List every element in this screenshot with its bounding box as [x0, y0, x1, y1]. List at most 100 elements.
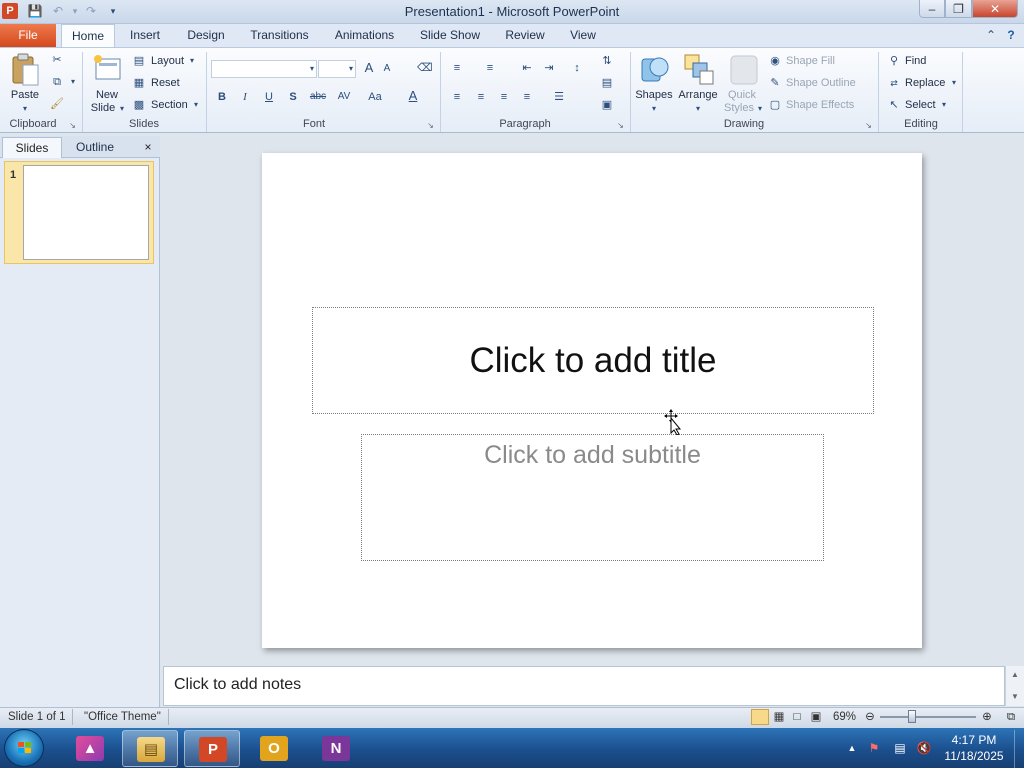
quick-styles-icon[interactable]	[728, 53, 760, 87]
tab-slide-show[interactable]: Slide Show	[413, 24, 487, 47]
align-right-icon[interactable]: ≡	[497, 90, 511, 104]
quick-styles-label-1[interactable]: Quick	[724, 89, 760, 102]
clipboard-launcher-icon[interactable]: ↘	[68, 121, 77, 130]
slide-show-view-icon[interactable]: ▣	[808, 710, 824, 724]
line-spacing-icon[interactable]: ↕	[570, 61, 584, 75]
tab-slides[interactable]: Slides	[2, 137, 62, 158]
italic-button[interactable]: I	[238, 90, 252, 104]
font-size-dropdown-icon[interactable]: ▾	[344, 62, 358, 76]
taskbar-onenote[interactable]: N	[308, 730, 364, 767]
action-center-flag-icon[interactable]: ⚑	[866, 740, 882, 756]
grow-font-icon[interactable]: A	[362, 61, 376, 75]
tab-insert[interactable]: Insert	[121, 24, 169, 47]
tab-file[interactable]: File	[0, 24, 56, 47]
replace-button[interactable]: Replace	[905, 77, 945, 90]
minimize-ribbon-icon[interactable]: ⌃	[984, 24, 998, 47]
paragraph-launcher-icon[interactable]: ↘	[616, 121, 625, 130]
character-spacing-button[interactable]: AV	[334, 90, 354, 104]
maximize-button[interactable]: ❐	[945, 0, 972, 18]
find-icon[interactable]: ⚲	[887, 54, 901, 68]
show-hidden-icons[interactable]: ▲	[844, 740, 860, 756]
shape-fill-button[interactable]: Shape Fill	[786, 55, 835, 68]
change-case-button[interactable]: Aa	[366, 90, 384, 104]
close-button[interactable]: ✕	[972, 0, 1018, 18]
tab-home[interactable]: Home	[61, 24, 115, 48]
tab-outline[interactable]: Outline	[62, 137, 128, 158]
tab-view[interactable]: View	[562, 24, 604, 47]
layout-button[interactable]: Layout	[151, 55, 184, 68]
quick-styles-dropdown-icon[interactable]: ▾	[753, 102, 767, 116]
select-dropdown-icon[interactable]: ▾	[937, 98, 951, 112]
reading-view-icon[interactable]: □	[790, 710, 804, 724]
justify-icon[interactable]: ≡	[520, 90, 534, 104]
zoom-in-icon[interactable]: ⊕	[980, 710, 994, 724]
slide-thumbnail[interactable]	[23, 165, 149, 260]
notes-scrollbar[interactable]: ▲ ▼	[1005, 666, 1024, 706]
volume-muted-icon[interactable]: 🔇	[916, 740, 932, 756]
slide-sorter-view-icon[interactable]: ▦	[772, 710, 786, 724]
text-direction-icon[interactable]: ⇅	[600, 54, 614, 68]
cut-icon[interactable]: ✂	[50, 53, 64, 67]
paste-icon[interactable]	[9, 52, 41, 88]
section-dropdown-icon[interactable]: ▾	[189, 98, 203, 112]
underline-button[interactable]: U	[262, 90, 276, 104]
decrease-indent-icon[interactable]: ⇤	[520, 61, 534, 75]
layout-dropdown-icon[interactable]: ▾	[185, 54, 199, 68]
drawing-launcher-icon[interactable]: ↘	[864, 121, 873, 130]
taskbar-outlook[interactable]: O	[246, 730, 302, 767]
layout-icon[interactable]: ▤	[132, 54, 146, 68]
fit-to-window-icon[interactable]: ⧉	[1003, 710, 1019, 724]
taskbar-generic-app[interactable]: ▲	[62, 730, 118, 767]
bullets-icon[interactable]: ≡	[450, 61, 464, 75]
shrink-font-icon[interactable]: A	[380, 62, 394, 76]
font-name-dropdown-icon[interactable]: ▾	[305, 62, 319, 76]
align-center-icon[interactable]: ≡	[474, 90, 488, 104]
shapes-button[interactable]: Shapes	[634, 89, 674, 102]
close-pane-icon[interactable]: ×	[138, 137, 158, 158]
zoom-slider-thumb[interactable]	[908, 710, 916, 723]
align-text-icon[interactable]: ▤	[600, 76, 614, 90]
font-color-button[interactable]: A	[406, 89, 420, 103]
tab-review[interactable]: Review	[498, 24, 552, 47]
shape-outline-button[interactable]: Shape Outline	[786, 77, 856, 90]
arrange-icon[interactable]	[682, 52, 716, 88]
new-slide-icon[interactable]	[92, 53, 122, 85]
shape-effects-icon[interactable]: ▢	[768, 98, 782, 112]
help-icon[interactable]: ?	[1002, 24, 1020, 47]
select-button[interactable]: Select	[905, 99, 936, 112]
columns-icon[interactable]: ☰	[552, 90, 566, 104]
shapes-icon[interactable]	[638, 52, 672, 88]
tab-animations[interactable]: Animations	[326, 24, 403, 47]
system-clock[interactable]: 4:17 PM 11/18/2025	[936, 732, 1012, 764]
title-placeholder[interactable]: Click to add title	[312, 307, 874, 414]
replace-dropdown-icon[interactable]: ▾	[947, 76, 961, 90]
subtitle-placeholder[interactable]: Click to add subtitle	[361, 434, 824, 561]
new-slide-dropdown-icon[interactable]: ▾	[115, 102, 129, 116]
zoom-out-icon[interactable]: ⊖	[863, 710, 877, 724]
section-icon[interactable]: ▩	[132, 98, 146, 112]
bold-button[interactable]: B	[215, 90, 229, 104]
arrange-button[interactable]: Arrange	[677, 89, 719, 102]
copy-icon[interactable]: ⧉	[50, 75, 64, 89]
format-painter-icon[interactable]: 🖌	[50, 97, 64, 111]
scroll-up-icon[interactable]: ▲	[1011, 670, 1019, 679]
text-shadow-button[interactable]: S	[286, 90, 300, 104]
reset-icon[interactable]: ▦	[132, 76, 146, 90]
network-icon[interactable]: ▤	[892, 740, 908, 756]
tab-transitions[interactable]: Transitions	[243, 24, 316, 47]
font-name-combo[interactable]	[211, 60, 317, 78]
theme-status[interactable]: "Office Theme"	[84, 710, 161, 724]
arrange-dropdown-icon[interactable]: ▾	[691, 102, 705, 116]
replace-icon[interactable]: ⇄	[887, 76, 901, 90]
smartart-icon[interactable]: ▣	[600, 98, 614, 112]
shape-outline-icon[interactable]: ✎	[768, 76, 782, 90]
section-button[interactable]: Section	[151, 99, 188, 112]
strikethrough-button[interactable]: abc	[308, 90, 328, 104]
zoom-slider-track[interactable]	[880, 716, 976, 718]
shapes-dropdown-icon[interactable]: ▾	[647, 102, 661, 116]
numbering-icon[interactable]: ≡	[483, 61, 497, 75]
select-icon[interactable]: ↖	[887, 98, 901, 112]
normal-view-icon[interactable]	[751, 709, 769, 725]
minimize-button[interactable]: –	[919, 0, 945, 18]
quick-styles-label-2[interactable]: Styles	[722, 102, 756, 115]
